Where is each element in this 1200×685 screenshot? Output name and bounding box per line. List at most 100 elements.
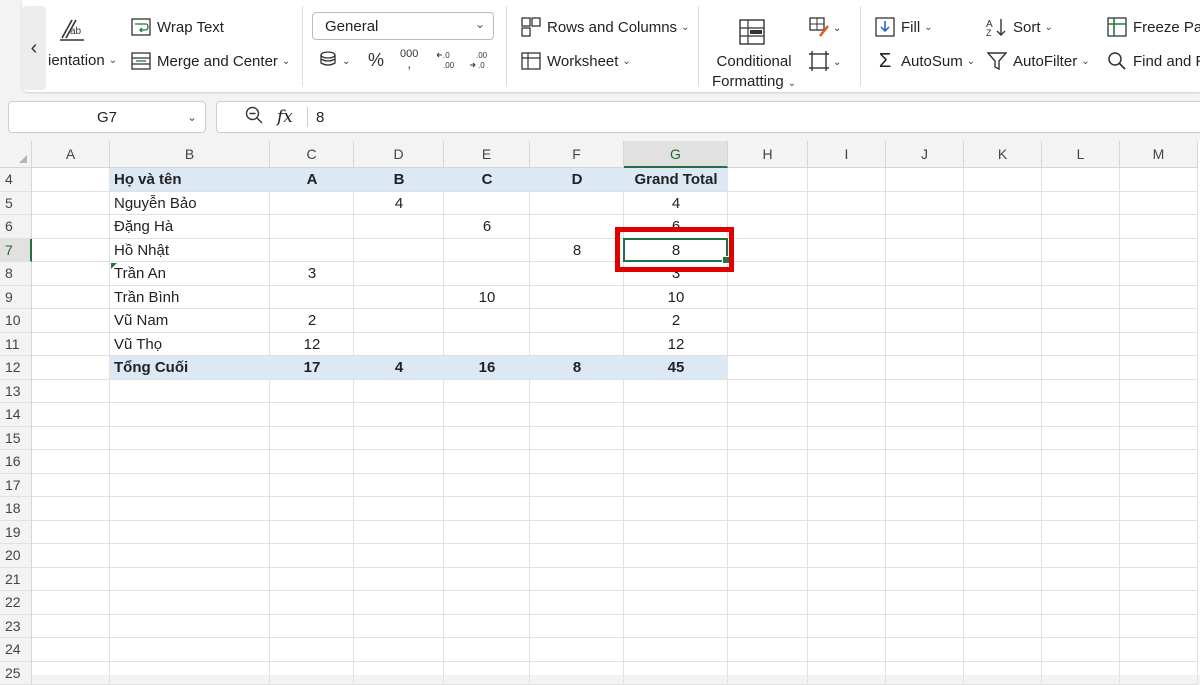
row-header-8[interactable]: 8 bbox=[0, 262, 32, 286]
row-header-20[interactable]: 20 bbox=[0, 544, 32, 568]
row-header-7[interactable]: 7 bbox=[0, 239, 32, 263]
cell-styles-button[interactable]: ⌄ bbox=[808, 16, 841, 41]
table-row-cell[interactable]: 10 bbox=[444, 286, 530, 309]
row-header-12[interactable]: 12 bbox=[0, 356, 32, 380]
table-total-cell[interactable]: 45 bbox=[624, 356, 728, 379]
decrease-decimal-button[interactable]: .00.0 bbox=[470, 50, 492, 73]
column-header-k[interactable]: K bbox=[964, 141, 1042, 168]
table-row-cell[interactable] bbox=[444, 333, 530, 356]
table-header-cell[interactable]: A bbox=[270, 168, 354, 191]
find-replace-button[interactable]: Find and R bbox=[1106, 50, 1200, 72]
row-header-9[interactable]: 9 bbox=[0, 286, 32, 310]
column-header-h[interactable]: H bbox=[728, 141, 808, 168]
table-row-cell[interactable]: 4 bbox=[624, 192, 728, 215]
increase-decimal-button[interactable]: .0.00 bbox=[437, 50, 459, 73]
row-header-6[interactable]: 6 bbox=[0, 215, 32, 239]
row-header-11[interactable]: 11 bbox=[0, 333, 32, 357]
table-row-cell[interactable] bbox=[530, 333, 624, 356]
table-row-cell[interactable] bbox=[530, 215, 624, 238]
column-header-e[interactable]: E bbox=[444, 141, 530, 168]
freeze-panes-button[interactable]: Freeze Pan bbox=[1106, 16, 1200, 38]
table-row-cell[interactable] bbox=[444, 239, 530, 262]
row-header-5[interactable]: 5 bbox=[0, 192, 32, 216]
column-header-l[interactable]: L bbox=[1042, 141, 1120, 168]
select-all-corner[interactable] bbox=[0, 141, 32, 168]
table-row-cell[interactable]: Trần Bình bbox=[110, 286, 270, 309]
wrap-text-button[interactable]: Wrap Text bbox=[130, 16, 224, 38]
percent-style-button[interactable]: % bbox=[368, 50, 384, 71]
table-row-cell[interactable] bbox=[354, 215, 444, 238]
orientation-button[interactable]: ientation⌄ bbox=[48, 52, 117, 69]
table-header-cell[interactable]: B bbox=[354, 168, 444, 191]
table-row-cell[interactable]: Hồ Nhật bbox=[110, 239, 270, 262]
table-row-cell[interactable] bbox=[530, 309, 624, 332]
error-indicator-icon[interactable] bbox=[111, 263, 117, 269]
table-row-cell[interactable] bbox=[530, 286, 624, 309]
table-row-cell[interactable] bbox=[270, 192, 354, 215]
row-header-24[interactable]: 24 bbox=[0, 638, 32, 662]
row-header-21[interactable]: 21 bbox=[0, 568, 32, 592]
row-header-18[interactable]: 18 bbox=[0, 497, 32, 521]
table-row-cell[interactable]: Vũ Thọ bbox=[110, 333, 270, 356]
table-row-cell[interactable]: Nguyễn Bảo bbox=[110, 192, 270, 215]
table-row-cell[interactable] bbox=[354, 333, 444, 356]
table-header-cell[interactable]: D bbox=[530, 168, 624, 191]
table-row-cell[interactable]: 10 bbox=[624, 286, 728, 309]
number-format-select[interactable]: General ⌄ bbox=[312, 12, 494, 40]
column-header-g[interactable]: G bbox=[624, 141, 728, 168]
fill-button[interactable]: Fill⌄ bbox=[874, 16, 933, 38]
table-row-cell[interactable] bbox=[270, 215, 354, 238]
table-header-cell[interactable]: Họ và tên bbox=[110, 168, 270, 191]
column-header-m[interactable]: M bbox=[1120, 141, 1198, 168]
table-row-cell[interactable]: Vũ Nam bbox=[110, 309, 270, 332]
table-row-cell[interactable] bbox=[270, 239, 354, 262]
worksheet-button[interactable]: Worksheet⌄ bbox=[520, 50, 631, 72]
column-header-a[interactable]: A bbox=[32, 141, 110, 168]
ribbon-scroll-left-button[interactable]: ‹ bbox=[22, 6, 46, 90]
autosum-button[interactable]: Σ AutoSum⌄ bbox=[874, 50, 975, 72]
table-row-cell[interactable] bbox=[354, 309, 444, 332]
column-header-b[interactable]: B bbox=[110, 141, 270, 168]
table-row-cell[interactable]: 4 bbox=[354, 192, 444, 215]
table-total-cell[interactable]: 16 bbox=[444, 356, 530, 379]
table-row-cell[interactable]: 2 bbox=[624, 309, 728, 332]
table-header-cell[interactable]: Grand Total bbox=[624, 168, 728, 191]
table-row-cell[interactable]: 6 bbox=[444, 215, 530, 238]
fx-icon[interactable]: fx bbox=[277, 107, 301, 127]
table-row-cell[interactable] bbox=[354, 286, 444, 309]
table-row-cell[interactable] bbox=[270, 286, 354, 309]
row-header-13[interactable]: 13 bbox=[0, 380, 32, 404]
row-header-15[interactable]: 15 bbox=[0, 427, 32, 451]
table-total-cell[interactable]: 4 bbox=[354, 356, 444, 379]
conditional-formatting-button[interactable]: Conditional Formatting⌄ bbox=[712, 52, 796, 94]
column-header-c[interactable]: C bbox=[270, 141, 354, 168]
table-row-cell[interactable] bbox=[530, 262, 624, 285]
name-box[interactable]: G7 ⌄ bbox=[8, 101, 206, 133]
table-total-cell[interactable]: Tổng Cuối bbox=[110, 356, 270, 379]
row-header-14[interactable]: 14 bbox=[0, 403, 32, 427]
table-total-cell[interactable]: 8 bbox=[530, 356, 624, 379]
column-header-f[interactable]: F bbox=[530, 141, 624, 168]
table-row-cell[interactable] bbox=[444, 309, 530, 332]
table-row-cell[interactable] bbox=[444, 262, 530, 285]
row-header-23[interactable]: 23 bbox=[0, 615, 32, 639]
table-total-cell[interactable]: 17 bbox=[270, 356, 354, 379]
table-row-cell[interactable]: 2 bbox=[270, 309, 354, 332]
table-row-cell[interactable]: 12 bbox=[270, 333, 354, 356]
autofilter-button[interactable]: AutoFilter⌄ bbox=[986, 50, 1090, 72]
table-row-cell[interactable]: Trần An bbox=[110, 262, 270, 285]
accounting-format-button[interactable]: ⌄ bbox=[318, 50, 350, 73]
row-header-25[interactable]: 25 bbox=[0, 662, 32, 685]
rows-columns-button[interactable]: Rows and Columns⌄ bbox=[520, 16, 689, 38]
table-row-cell[interactable]: Đặng Hà bbox=[110, 215, 270, 238]
column-header-d[interactable]: D bbox=[354, 141, 444, 168]
formula-value[interactable]: 8 bbox=[316, 109, 324, 126]
sort-button[interactable]: AZ Sort⌄ bbox=[986, 16, 1053, 38]
row-header-10[interactable]: 10 bbox=[0, 309, 32, 333]
table-row-cell[interactable]: 3 bbox=[270, 262, 354, 285]
table-row-cell[interactable] bbox=[354, 262, 444, 285]
format-as-table-button[interactable]: ⌄ bbox=[808, 50, 841, 75]
orientation-icon[interactable]: ab bbox=[56, 14, 88, 44]
table-row-cell[interactable]: 8 bbox=[530, 239, 624, 262]
merge-center-button[interactable]: Merge and Center⌄ bbox=[130, 50, 290, 72]
